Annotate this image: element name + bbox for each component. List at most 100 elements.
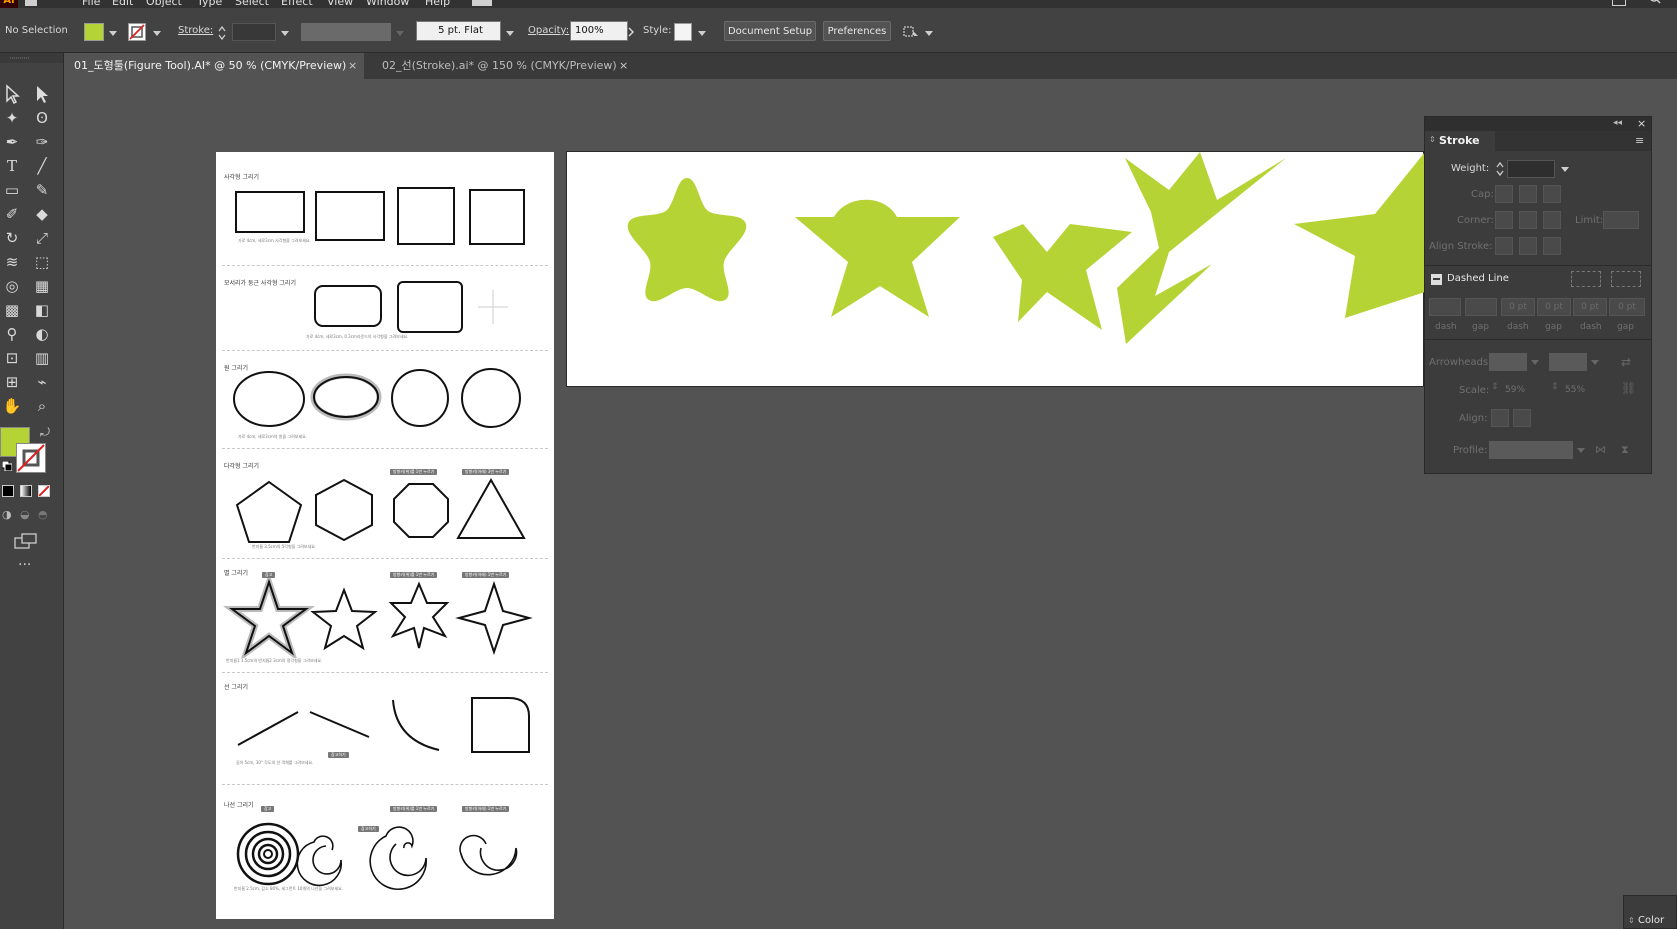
width-tool-icon[interactable]: ≋ [0, 251, 24, 273]
panel-title: Stroke [1439, 134, 1480, 147]
select-similar-dropdown-icon[interactable] [925, 31, 933, 36]
tab-label: 01_도형툴(Figure Tool).AI* @ 50 % (CMYK/Pre… [74, 59, 347, 72]
column-graph-tool-icon[interactable]: ▥ [30, 347, 54, 369]
lasso-tool-icon[interactable]: ʘ [30, 107, 54, 129]
swap-fill-stroke-icon[interactable]: ⤾ [40, 426, 52, 438]
fill-dropdown-icon[interactable] [109, 31, 117, 36]
select-similar-icon[interactable] [902, 24, 920, 40]
workspace-switcher-icon[interactable] [472, 0, 492, 6]
scale-tool-icon[interactable]: ⤢ [30, 227, 54, 249]
shape-builder-tool-icon[interactable]: ◎ [0, 275, 24, 297]
graphic-style-swatch[interactable] [674, 23, 692, 41]
tab-stroke[interactable]: 02_선(Stroke).ai* @ 150 % (CMYK/Preview) … [372, 53, 632, 79]
artboard-worksheet[interactable]: 사각형 그리기 가로 4cm, 세로3cm 사각형을 그려보세요. 모서리가 둥… [216, 152, 554, 919]
eraser-tool-icon[interactable]: ◆ [30, 203, 54, 225]
draw-inside-icon[interactable]: ◓ [38, 509, 52, 521]
menu-file[interactable]: File [82, 0, 100, 8]
spiral-drawings [236, 822, 518, 890]
bevel-join-button [1543, 211, 1561, 229]
stroke-swatch[interactable] [128, 23, 146, 41]
variable-width-profile[interactable] [301, 23, 391, 41]
rounded-star[interactable] [627, 178, 747, 302]
curvature-tool-icon[interactable]: ✑ [30, 131, 54, 153]
home-icon[interactable] [22, 0, 40, 6]
collapse-panel-icon[interactable]: ◂◂ [1613, 118, 1622, 128]
gradient-tool-icon[interactable]: ◧ [30, 299, 54, 321]
zoom-tool-icon[interactable]: ⌕ [30, 395, 54, 417]
none-mode-icon[interactable] [38, 485, 50, 497]
tools-panel: ✦ ʘ ✒ ✑ T ╱ ▭ ✎ ✐ ◆ ↻ ⤢ ≋ ⬚ ◎ ▦ ▩ ◧ ⚲ ◐ … [0, 53, 64, 929]
tab-figure-tool[interactable]: 01_도형툴(Figure Tool).AI* @ 50 % (CMYK/Pre… [64, 53, 364, 79]
slice-tool-icon[interactable]: ⌁ [30, 371, 54, 393]
magic-wand-tool-icon[interactable]: ✦ [0, 107, 24, 129]
puffy-star[interactable] [795, 199, 960, 317]
draw-normal-icon[interactable]: ◑ [2, 509, 16, 521]
line-segment-tool-icon[interactable]: ╱ [30, 155, 54, 177]
dashed-line-checkbox[interactable] [1431, 274, 1442, 285]
brush-definition[interactable]: 5 pt. Flat [416, 21, 501, 41]
stroke-dropdown-icon[interactable] [153, 31, 161, 36]
weight-input[interactable] [1507, 160, 1555, 178]
color-mode-icon[interactable] [2, 485, 14, 497]
symbol-sprayer-tool-icon[interactable]: ⊡ [0, 347, 24, 369]
selection-tool-icon[interactable] [0, 83, 24, 105]
arrange-documents-icon[interactable] [1612, 0, 1626, 6]
hand-tool-icon[interactable]: ✋ [0, 395, 24, 417]
gradient-mode-icon[interactable] [20, 485, 32, 497]
direct-selection-tool-icon[interactable] [30, 83, 54, 105]
rectangle-tool-icon[interactable]: ▭ [0, 179, 24, 201]
menu-window[interactable]: Window [366, 0, 409, 8]
arrowheads-label: Arrowheads: [1429, 357, 1492, 368]
color-panel[interactable]: ⇕ Color [1623, 895, 1677, 929]
menu-effect[interactable]: Effect [281, 0, 313, 8]
menu-object[interactable]: Object [146, 0, 182, 8]
screen-mode-icon[interactable] [14, 533, 38, 549]
preferences-button[interactable]: Preferences [823, 21, 891, 41]
align-outside-button [1543, 237, 1561, 255]
type-tool-icon[interactable]: T [0, 155, 24, 177]
search-icon[interactable] [1648, 0, 1662, 6]
mesh-tool-icon[interactable]: ▩ [0, 299, 24, 321]
artboard-tool-icon[interactable]: ⊞ [0, 371, 24, 393]
document-setup-button[interactable]: Document Setup [724, 21, 816, 41]
round-join-button [1519, 211, 1537, 229]
rotate-tool-icon[interactable]: ↻ [0, 227, 24, 249]
close-icon[interactable]: × [619, 53, 628, 79]
perspective-grid-tool-icon[interactable]: ▦ [30, 275, 54, 297]
style-dropdown-icon[interactable] [698, 31, 706, 36]
eyedropper-tool-icon[interactable]: ⚲ [0, 323, 24, 345]
stroke-weight-input[interactable] [232, 23, 276, 41]
menu-select[interactable]: Select [235, 0, 269, 8]
weight-stepper[interactable] [1495, 160, 1505, 178]
stroke-weight-dropdown-icon[interactable] [281, 31, 289, 36]
fragmented-star[interactable] [1117, 152, 1286, 344]
stroke-color-box[interactable] [16, 443, 46, 473]
fill-swatch[interactable] [84, 23, 104, 41]
free-transform-tool-icon[interactable]: ⬚ [30, 251, 54, 273]
draw-behind-icon[interactable]: ◒ [20, 509, 34, 521]
pinched-star[interactable] [993, 224, 1132, 330]
brush-dropdown-icon[interactable] [506, 31, 514, 36]
blend-tool-icon[interactable]: ◐ [30, 323, 54, 345]
shaper-tool-icon[interactable]: ✐ [0, 203, 24, 225]
opacity-arrow-icon[interactable] [627, 25, 635, 39]
edit-toolbar-icon[interactable]: ··· [18, 558, 42, 572]
default-fill-stroke-icon[interactable] [1, 460, 13, 472]
menu-edit[interactable]: Edit [112, 0, 133, 8]
opacity-input[interactable]: 100% [570, 21, 628, 41]
panel-menu-icon[interactable]: ≡ [1635, 134, 1644, 147]
menu-type[interactable]: Type [197, 0, 222, 8]
pen-tool-icon[interactable]: ✒ [0, 131, 24, 153]
close-icon[interactable]: × [348, 53, 357, 79]
menu-view[interactable]: View [327, 0, 353, 8]
tab-stroke-panel[interactable]: ⇕ Stroke [1425, 131, 1495, 151]
artboard-stars[interactable] [566, 151, 1425, 387]
paintbrush-tool-icon[interactable]: ✎ [30, 179, 54, 201]
stroke-weight-stepper[interactable] [217, 24, 227, 42]
weight-dropdown-icon[interactable] [1561, 167, 1569, 172]
stroke-label[interactable]: Stroke: [178, 25, 213, 36]
partial-star[interactable] [1294, 152, 1425, 318]
menu-help[interactable]: Help [425, 0, 450, 8]
opacity-label[interactable]: Opacity: [528, 25, 569, 36]
close-icon[interactable]: × [1637, 117, 1646, 130]
